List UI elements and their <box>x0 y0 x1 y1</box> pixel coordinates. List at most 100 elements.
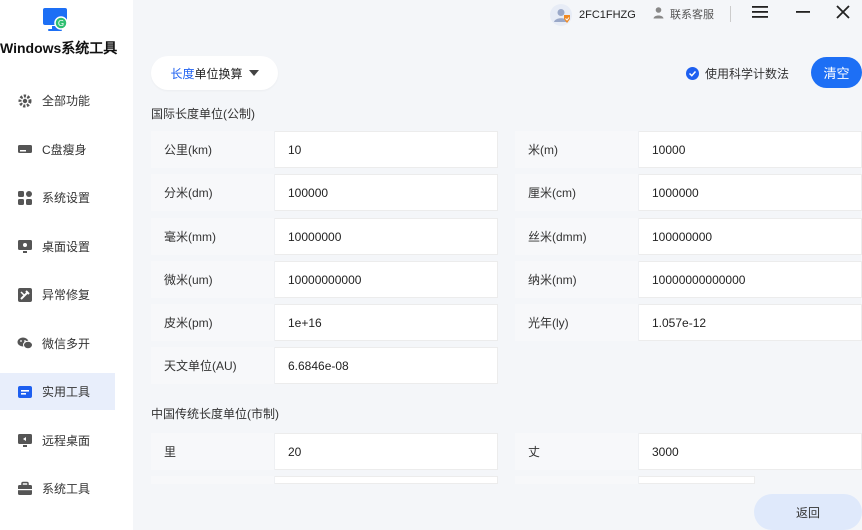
chevron-down-icon <box>248 70 259 76</box>
unit-row-cm: 厘米(cm) 1000000 <box>515 174 862 211</box>
briefcase-icon <box>17 481 33 497</box>
unit-value-input[interactable]: 1.057e-12 <box>639 304 862 341</box>
sidebar-item-remote-desktop[interactable]: 远程桌面 <box>0 422 115 459</box>
unit-label: 米(m) <box>515 131 639 168</box>
unit-row-ly: 光年(ly) 1.057e-12 <box>515 304 862 341</box>
menu-button[interactable] <box>747 2 773 26</box>
unit-label: 微米(um) <box>151 261 275 298</box>
sidebar-item-system-settings[interactable]: 系统设置 <box>0 179 115 216</box>
unit-value-input[interactable]: 1000000 <box>639 174 862 211</box>
metric-section-title: 国际长度单位(公制) <box>151 107 255 121</box>
sidebar-item-wechat-multi[interactable]: 微信多开 <box>0 325 115 362</box>
svg-text:G: G <box>58 19 64 28</box>
sidebar-item-label: 全部功能 <box>42 94 91 108</box>
unit-label: 公里(km) <box>151 131 275 168</box>
unit-label-partial <box>151 476 275 484</box>
minimize-button[interactable] <box>790 2 816 26</box>
unit-label: 毫米(mm) <box>151 218 275 255</box>
sidebar-item-label: C盘瘦身 <box>42 142 87 157</box>
unit-value-input[interactable]: 10000000000000 <box>639 261 862 298</box>
sidebar-item-label: 远程桌面 <box>42 433 91 448</box>
app-title: Windows系统工具 <box>0 40 118 56</box>
sidebar-item-label: 系统工具 <box>42 482 91 496</box>
unit-value-input[interactable]: 6.6846e-08 <box>275 347 498 384</box>
support-label: 联系客服 <box>670 9 714 21</box>
unit-row-partial <box>151 476 498 484</box>
unit-row-m: 米(m) 10000 <box>515 131 862 168</box>
sidebar: G Windows系统工具 全部功能 C盘瘦身 系统设置 桌面设置 异常修复 微… <box>0 0 133 530</box>
unit-value-input[interactable]: 20 <box>275 433 498 470</box>
unit-value-partial <box>639 476 755 484</box>
checkmark-icon <box>686 67 699 80</box>
unit-label: 光年(ly) <box>515 304 639 341</box>
toolbar-divider <box>730 6 731 22</box>
unit-row-dmm: 丝米(dmm) 100000000 <box>515 218 862 255</box>
unit-row-km: 公里(km) 10 <box>151 131 498 168</box>
unit-row-pm: 皮米(pm) 1e+16 <box>151 304 498 341</box>
unit-label: 丝米(dmm) <box>515 218 639 255</box>
scientific-notation-label: 使用科学计数法 <box>705 67 790 81</box>
unit-label: 纳米(nm) <box>515 261 639 298</box>
sidebar-item-label: 桌面设置 <box>42 239 91 254</box>
sidebar-item-label: 异常修复 <box>42 288 91 302</box>
clear-button[interactable]: 清空 <box>811 57 862 88</box>
avatar <box>550 4 572 26</box>
title-bar: 2FC1FHZG 联系客服 <box>133 0 862 30</box>
unit-label: 分米(dm) <box>151 174 275 211</box>
dropdown-label: 单位换算 <box>194 66 243 81</box>
user-account[interactable]: 2FC1FHZG <box>550 4 636 26</box>
wrench-icon <box>17 287 33 303</box>
unit-label: 厘米(cm) <box>515 174 639 211</box>
sidebar-item-all-features[interactable]: 全部功能 <box>0 82 115 119</box>
unit-row-au: 天文单位(AU) 6.6846e-08 <box>151 347 498 384</box>
sidebar-item-system-tools[interactable]: 系统工具 <box>0 470 115 507</box>
unit-value-input[interactable]: 10000000 <box>275 218 498 255</box>
sidebar-item-label: 微信多开 <box>42 336 91 351</box>
sidebar-item-label: 系统设置 <box>42 191 91 205</box>
unit-type-dropdown[interactable]: 长度 单位换算 <box>151 56 278 90</box>
wechat-icon <box>17 335 33 351</box>
unit-value-input[interactable]: 10 <box>275 131 498 168</box>
remote-desktop-icon <box>17 432 33 448</box>
chinese-section-title: 中国传统长度单位(市制) <box>151 407 279 421</box>
unit-value-input[interactable]: 10000 <box>639 131 862 168</box>
sidebar-item-desktop-settings[interactable]: 桌面设置 <box>0 228 115 265</box>
unit-row-mm: 毫米(mm) 10000000 <box>151 218 498 255</box>
close-icon <box>836 4 850 24</box>
unit-value-input[interactable]: 100000000 <box>639 218 862 255</box>
unit-row-um: 微米(um) 10000000000 <box>151 261 498 298</box>
hamburger-icon <box>751 5 769 24</box>
unit-value-input[interactable]: 100000 <box>275 174 498 211</box>
sidebar-nav: 全部功能 C盘瘦身 系统设置 桌面设置 异常修复 微信多开 实用工具 远程桌面 … <box>0 82 133 519</box>
dropdown-prefix: 长度 <box>170 66 195 81</box>
back-button[interactable]: 返回 <box>754 494 862 530</box>
user-name: 2FC1FHZG <box>579 9 636 21</box>
sidebar-item-error-repair[interactable]: 异常修复 <box>0 276 115 313</box>
app-logo-icon: G <box>43 8 68 31</box>
sidebar-item-utilities[interactable]: 实用工具 <box>0 373 115 410</box>
unit-row-partial <box>515 476 755 484</box>
scientific-notation-checkbox[interactable]: 使用科学计数法 <box>686 65 789 82</box>
headset-icon <box>652 6 665 22</box>
toolbox-icon <box>17 384 33 400</box>
unit-value-input[interactable]: 3000 <box>639 433 862 470</box>
sidebar-item-c-drive-cleanup[interactable]: C盘瘦身 <box>0 131 115 168</box>
disk-icon <box>17 141 33 157</box>
close-button[interactable] <box>830 2 856 26</box>
unit-value-partial <box>275 476 498 484</box>
unit-label: 丈 <box>515 433 639 470</box>
grid-icon <box>17 190 33 206</box>
gear-icon <box>17 93 33 109</box>
unit-row-li: 里 20 <box>151 433 498 470</box>
unit-label: 里 <box>151 433 275 470</box>
unit-value-input[interactable]: 10000000000 <box>275 261 498 298</box>
unit-label-partial <box>515 476 639 484</box>
unit-label: 皮米(pm) <box>151 304 275 341</box>
minimize-icon <box>795 5 811 24</box>
main-panel: 长度 单位换算 使用科学计数法 清空 国际长度单位(公制) 公里(km) 10 … <box>133 36 862 530</box>
monitor-icon <box>17 238 33 254</box>
unit-label: 天文单位(AU) <box>151 347 275 384</box>
sidebar-item-label: 实用工具 <box>42 385 91 399</box>
contact-support-link[interactable]: 联系客服 <box>652 6 714 22</box>
unit-value-input[interactable]: 1e+16 <box>275 304 498 341</box>
